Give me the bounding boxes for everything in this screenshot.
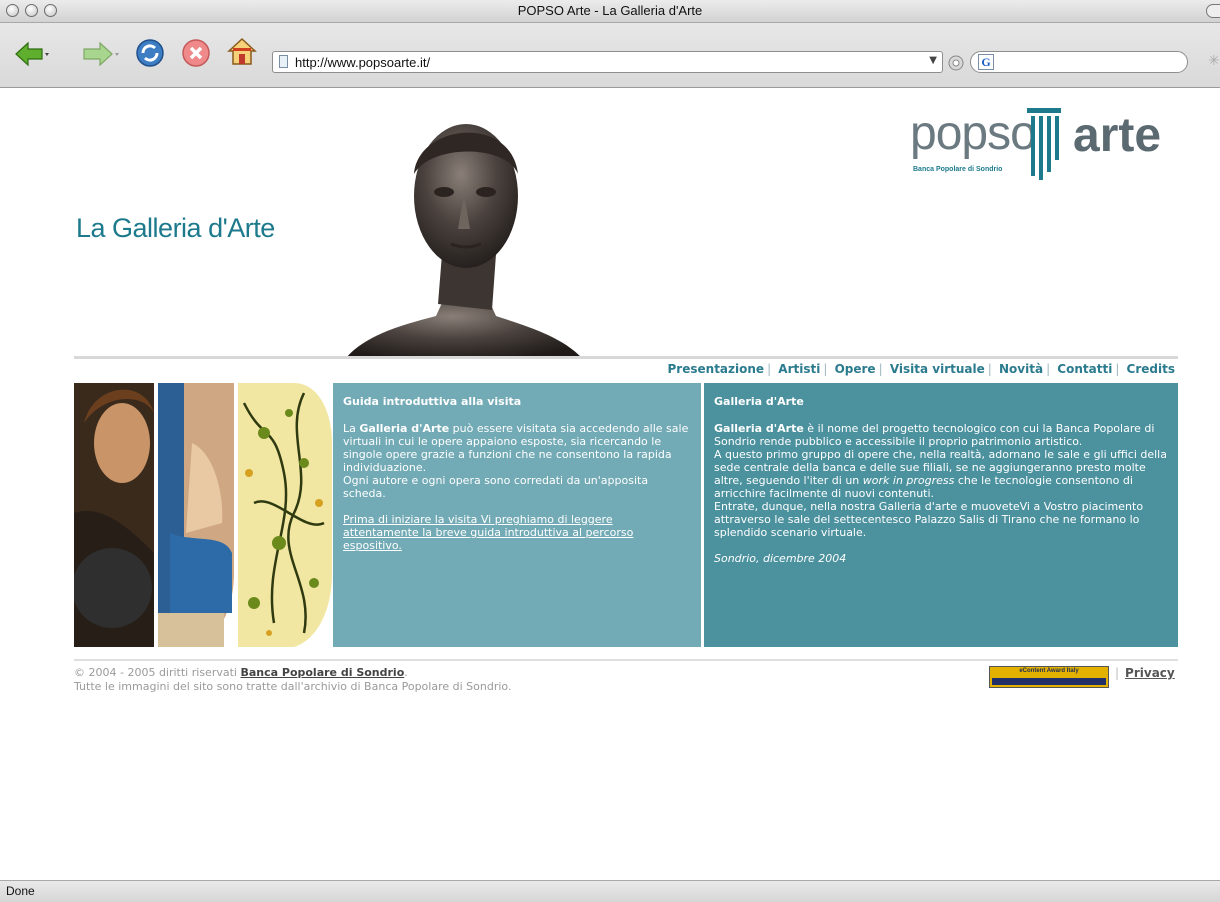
- award-band: [992, 678, 1106, 685]
- page-icon: [279, 55, 288, 68]
- menu-opere[interactable]: Opere: [832, 362, 879, 376]
- artwork-collage-image: [74, 383, 332, 647]
- intro-text-bold: Galleria d'Arte: [359, 422, 450, 435]
- menu-novita[interactable]: Novità: [996, 362, 1046, 376]
- status-bar: Done: [0, 880, 1220, 902]
- popso-arte-logo[interactable]: popso arte Banca Popolare di Sondrio: [905, 106, 1180, 186]
- econtent-award-badge[interactable]: eContent Award Italy: [989, 666, 1109, 688]
- reload-icon[interactable]: [134, 37, 166, 69]
- bronze-bust-image: [346, 104, 582, 358]
- gallery-signoff: Sondrio, dicembre 2004: [714, 552, 847, 565]
- footer-separator: |: [1115, 666, 1120, 680]
- google-search-icon[interactable]: G: [978, 54, 994, 70]
- award-label: eContent Award Italy: [1019, 668, 1079, 674]
- privacy-link[interactable]: Privacy: [1125, 666, 1175, 680]
- menu-contatti[interactable]: Contatti: [1054, 362, 1115, 376]
- back-arrow-icon[interactable]: [14, 41, 50, 67]
- logo-popso-text: popso: [910, 107, 1037, 160]
- menu-separator: |: [878, 362, 883, 376]
- gallery-heading: Galleria d'Arte: [714, 395, 804, 408]
- menu-visita-virtuale[interactable]: Visita virtuale: [887, 362, 988, 376]
- toolbar-toggle-button[interactable]: [1206, 4, 1220, 18]
- gallery-paragraph-3: Entrate, dunque, nella nostra Galleria d…: [714, 500, 1144, 539]
- gallery-description-box: Galleria d'Arte Galleria d'Arte è il nom…: [704, 383, 1178, 647]
- main-menu: Presentazione | Artisti | Opere | Visita vi…: [590, 362, 1178, 380]
- intro-guide-box: Guida introduttiva alla visita La Galler…: [333, 383, 701, 647]
- bank-link[interactable]: Banca Popolare di Sondrio: [240, 666, 404, 679]
- stop-icon[interactable]: [180, 37, 212, 69]
- gallery-bold-name: Galleria d'Arte: [714, 422, 804, 435]
- status-text: Done: [6, 884, 35, 898]
- footer-divider: [74, 659, 1178, 661]
- search-bar[interactable]: G: [970, 51, 1188, 73]
- gallery-paragraph-2: A questo primo gruppo di opere che, nell…: [714, 448, 1168, 500]
- menu-separator: |: [1046, 362, 1051, 376]
- gallery-paragraph-1: Galleria d'Arte è il nome del progetto t…: [714, 422, 1168, 448]
- menu-separator: |: [767, 362, 772, 376]
- window-titlebar: POPSO Arte - La Galleria d'Arte: [0, 0, 1220, 23]
- logo-arte-text: arte: [1073, 109, 1162, 162]
- menu-separator: |: [987, 362, 992, 376]
- header-divider: [74, 356, 1178, 359]
- guide-link[interactable]: Prima di iniziare la visita Vi preghiamo…: [343, 513, 691, 552]
- url-bar[interactable]: ▼: [272, 51, 943, 73]
- intro-guide-text: La Galleria d'Arte può essere visitata s…: [343, 422, 691, 474]
- window-title: POPSO Arte - La Galleria d'Arte: [517, 3, 703, 18]
- url-dropdown-icon[interactable]: ▼: [929, 55, 937, 66]
- footer-images-note: Tutte le immagini del sito sono tratte d…: [74, 680, 512, 693]
- intro-text-pre: La: [343, 422, 360, 435]
- copyright-period: .: [404, 666, 408, 679]
- privacy-area: | Privacy: [1115, 666, 1175, 680]
- menu-presentazione[interactable]: Presentazione: [665, 362, 768, 376]
- menu-credits[interactable]: Credits: [1124, 362, 1178, 376]
- forward-arrow-icon[interactable]: [78, 41, 120, 67]
- gallery-text-2-italic: work in progress: [862, 474, 955, 487]
- menu-separator: |: [823, 362, 828, 376]
- site-title: La Galleria d'Arte: [76, 213, 275, 243]
- column-logo-icon: [1027, 108, 1061, 180]
- logo-subtitle: Banca Popolare di Sondrio: [913, 166, 1003, 173]
- menu-artisti[interactable]: Artisti: [775, 362, 823, 376]
- intro-guide-text-2: Ogni autore e ogni opera sono corredati …: [343, 474, 649, 500]
- copyright-text: © 2004 - 2005 diritti riservati: [74, 666, 241, 679]
- browser-toolbar: ▼ G ✳: [0, 23, 1220, 88]
- home-icon[interactable]: [226, 36, 258, 68]
- throbber-icon: ✳: [1208, 53, 1220, 69]
- url-input[interactable]: [295, 53, 915, 71]
- intro-guide-heading: Guida introduttiva alla visita: [343, 395, 522, 408]
- menu-separator: |: [1115, 362, 1120, 376]
- go-icon[interactable]: [948, 55, 964, 71]
- footer-copyright: © 2004 - 2005 diritti riservati Banca Po…: [74, 666, 511, 694]
